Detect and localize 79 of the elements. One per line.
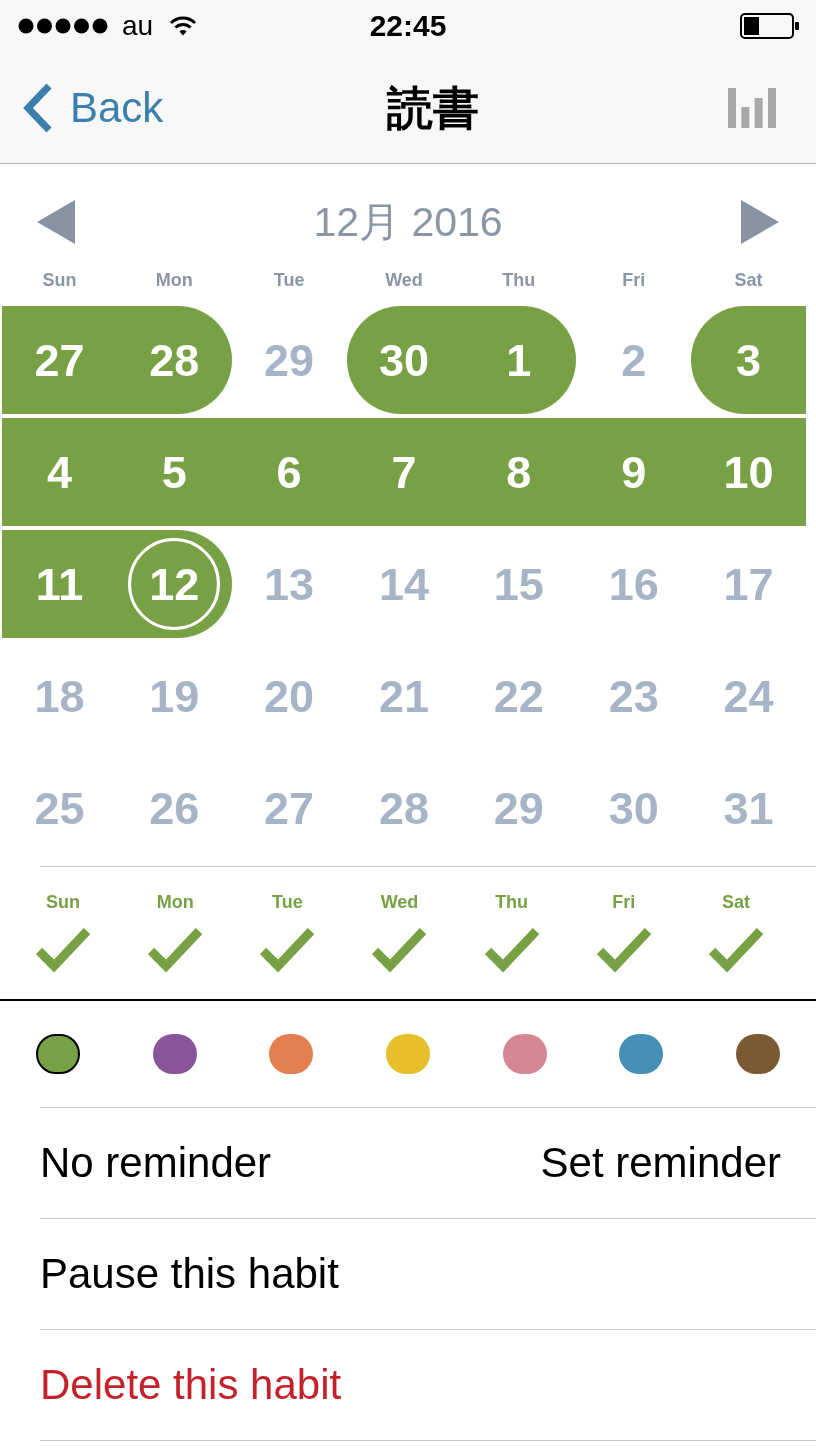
weekday-label: Thu xyxy=(502,271,536,289)
status-time: 22:45 xyxy=(369,11,447,41)
weekday-toggle[interactable]: Tue xyxy=(260,892,315,974)
day-cell[interactable]: 31 xyxy=(691,754,806,862)
day-cell[interactable]: 14 xyxy=(346,530,462,638)
day-cell[interactable]: 2 xyxy=(576,306,692,414)
action-row[interactable]: Delete this habit xyxy=(40,1330,816,1441)
left-arrow-icon[interactable] xyxy=(37,200,75,244)
day-cell[interactable]: 28 xyxy=(116,306,232,414)
chevron-left-icon xyxy=(22,82,52,133)
check-icon xyxy=(708,927,763,974)
signal-icon xyxy=(18,18,108,34)
day-cell[interactable]: 25 xyxy=(2,754,117,862)
day-cell[interactable]: 28 xyxy=(346,754,462,862)
check-icon xyxy=(596,927,651,974)
day-cell[interactable]: 29 xyxy=(461,754,577,862)
day-cell[interactable]: 20 xyxy=(231,642,347,750)
day-cell[interactable]: 9 xyxy=(576,418,692,526)
day-cell[interactable]: 4 xyxy=(2,418,117,526)
day-cell[interactable]: 16 xyxy=(576,530,692,638)
bar-chart-icon[interactable] xyxy=(728,87,776,128)
day-cell[interactable]: 24 xyxy=(691,642,806,750)
day-cell[interactable]: 5 xyxy=(116,418,232,526)
day-cell[interactable]: 23 xyxy=(576,642,692,750)
weekday-toggle[interactable]: Thu xyxy=(484,892,539,974)
weekday-label: Mon xyxy=(155,271,193,289)
day-cell[interactable]: 13 xyxy=(231,530,347,638)
day-cell[interactable]: 11 xyxy=(2,530,117,638)
color-swatch[interactable] xyxy=(36,1034,81,1074)
color-swatch[interactable] xyxy=(619,1034,664,1074)
day-cell[interactable]: 30 xyxy=(576,754,692,862)
day-cell[interactable]: 10 xyxy=(691,418,806,526)
weekday-toggle[interactable]: Wed xyxy=(372,892,427,974)
back-button[interactable]: Back xyxy=(22,82,164,133)
weekday-toggle[interactable]: Sat xyxy=(708,892,763,974)
day-cell[interactable]: 21 xyxy=(346,642,462,750)
day-cell[interactable]: 19 xyxy=(116,642,232,750)
weekday-label: Wed xyxy=(385,271,423,289)
day-cell[interactable]: 27 xyxy=(231,754,347,862)
weekday-toggle[interactable]: Fri xyxy=(596,892,651,974)
day-cell[interactable]: 29 xyxy=(231,306,347,414)
color-swatch[interactable] xyxy=(152,1034,197,1074)
day-cell[interactable]: 15 xyxy=(461,530,577,638)
day-cell[interactable]: 22 xyxy=(461,642,577,750)
color-swatch[interactable] xyxy=(386,1034,430,1074)
day-cell[interactable]: 12 xyxy=(116,530,232,638)
weekday-toggle[interactable]: Sun xyxy=(36,892,91,974)
color-swatch[interactable] xyxy=(502,1034,547,1074)
set-reminder-button[interactable]: Set reminder xyxy=(540,1142,781,1184)
check-icon xyxy=(484,927,539,974)
weekday-toggle[interactable]: Mon xyxy=(148,892,203,974)
day-cell[interactable]: 26 xyxy=(116,754,232,862)
check-icon xyxy=(260,927,315,974)
weekday-label: Tue xyxy=(273,271,305,289)
battery-icon xyxy=(740,13,800,39)
reminder-status: No reminder xyxy=(40,1142,272,1184)
day-cell[interactable]: 8 xyxy=(461,418,577,526)
day-cell[interactable]: 1 xyxy=(461,306,577,414)
month-title: 12月 2016 xyxy=(313,201,503,243)
nav-title: 読書 xyxy=(387,84,479,131)
day-cell[interactable]: 30 xyxy=(346,306,462,414)
weekday-label: Sun xyxy=(42,271,77,289)
day-cell[interactable]: 17 xyxy=(691,530,806,638)
color-swatch[interactable] xyxy=(269,1034,314,1074)
check-icon xyxy=(372,927,427,974)
carrier-label: au xyxy=(122,12,154,40)
action-row[interactable]: Pause this habit xyxy=(40,1219,816,1330)
weekday-label: Fri xyxy=(622,271,646,289)
check-icon xyxy=(36,927,91,974)
day-cell[interactable]: 6 xyxy=(231,418,347,526)
day-cell[interactable]: 18 xyxy=(2,642,117,750)
day-cell[interactable]: 7 xyxy=(346,418,462,526)
color-swatch[interactable] xyxy=(735,1034,780,1074)
right-arrow-icon[interactable] xyxy=(741,200,779,244)
wifi-icon xyxy=(169,16,198,36)
day-cell[interactable]: 27 xyxy=(2,306,117,414)
check-icon xyxy=(148,927,203,974)
day-cell[interactable]: 3 xyxy=(691,306,806,414)
weekday-label: Sat xyxy=(734,271,763,289)
